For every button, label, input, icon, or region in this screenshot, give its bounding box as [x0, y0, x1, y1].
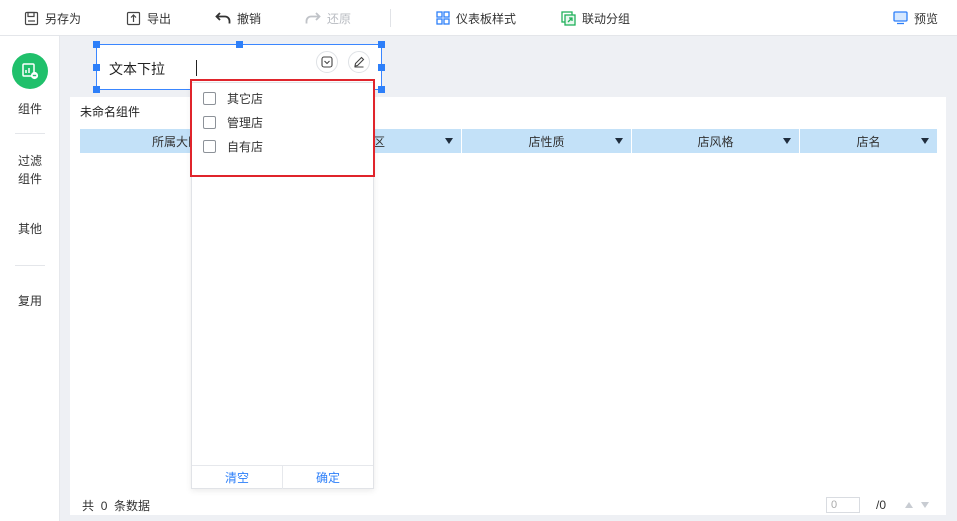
- undo-button[interactable]: 撤销: [215, 0, 261, 36]
- linkage-group-button[interactable]: 联动分组: [561, 0, 630, 36]
- save-as-button[interactable]: 另存为: [24, 0, 81, 36]
- dropdown-footer: 清空 确定: [192, 465, 373, 489]
- resize-handle[interactable]: [378, 41, 385, 48]
- resize-handle[interactable]: [236, 41, 243, 48]
- resize-handle[interactable]: [378, 86, 385, 93]
- sort-caret-icon[interactable]: [445, 138, 453, 144]
- widget-title: 未命名组件: [80, 105, 141, 119]
- linkage-group-label: 联动分组: [582, 11, 631, 26]
- sort-caret-icon[interactable]: [615, 138, 623, 144]
- filter-label: 文本下拉: [109, 61, 165, 77]
- redo-label: 还原: [327, 11, 352, 26]
- redo-icon: [305, 12, 321, 24]
- clear-button[interactable]: 清空: [192, 466, 282, 489]
- filter-dropdown-panel: 其它店 管理店 自有店 清空 确定: [191, 82, 374, 489]
- edit-widget-button[interactable]: [348, 51, 370, 73]
- option-label: 自有店: [227, 139, 264, 154]
- save-as-icon: [24, 11, 39, 25]
- resize-handle[interactable]: [378, 64, 385, 71]
- column-header[interactable]: 店风格: [632, 129, 800, 153]
- preview-label: 预览: [914, 11, 939, 26]
- sidebar-item-components[interactable]: 组件: [0, 100, 60, 118]
- grid-style-icon: [436, 11, 450, 25]
- page-number-input[interactable]: 0: [826, 497, 860, 513]
- filter-components-label-line2: 组件: [17, 172, 42, 186]
- option-label: 其它店: [227, 91, 264, 106]
- sidebar-divider: [15, 265, 45, 266]
- undo-icon: [215, 12, 231, 24]
- sidebar-item-other[interactable]: 其他: [0, 220, 60, 238]
- dropdown-option[interactable]: 自有店: [203, 138, 263, 154]
- sidebar-item-filter-components[interactable]: 过滤 组件: [0, 152, 60, 188]
- confirm-button[interactable]: 确定: [282, 466, 373, 489]
- page-total: /0: [876, 498, 887, 512]
- resize-handle[interactable]: [93, 86, 100, 93]
- sort-caret-icon[interactable]: [921, 138, 929, 144]
- column-header-label: 店名: [856, 134, 881, 149]
- sort-caret-icon[interactable]: [783, 138, 791, 144]
- redo-button[interactable]: 还原: [305, 0, 351, 36]
- dropdown-option[interactable]: 其它店: [203, 90, 263, 106]
- footer-suffix: 条数据: [114, 499, 151, 513]
- collapse-dropdown-button[interactable]: [316, 51, 338, 73]
- text-cursor: [196, 60, 197, 76]
- add-component-icon[interactable]: [12, 53, 48, 89]
- column-header-label: 区: [373, 134, 386, 149]
- preview-button[interactable]: 预览: [893, 0, 938, 36]
- filter-components-label-line1: 过滤: [17, 154, 42, 168]
- export-icon: [126, 11, 141, 25]
- column-header[interactable]: 店性质: [462, 129, 632, 153]
- footer-prefix: 共: [82, 499, 95, 513]
- row-count-text: 共 0 条数据: [82, 497, 150, 514]
- left-sidebar: 组件 过滤 组件 其他 复用: [0, 36, 60, 521]
- resize-handle[interactable]: [93, 41, 100, 48]
- dropdown-option[interactable]: 管理店: [203, 114, 263, 130]
- linkage-icon: [561, 10, 576, 26]
- pencil-icon: [354, 56, 365, 68]
- export-label: 导出: [147, 11, 172, 26]
- page-up-icon[interactable]: [905, 502, 913, 508]
- column-header-label: 店风格: [697, 134, 734, 149]
- page-down-icon[interactable]: [921, 502, 929, 508]
- save-as-label: 另存为: [45, 11, 82, 26]
- option-checkbox[interactable]: [203, 115, 216, 129]
- toolbar-divider: [390, 9, 391, 27]
- filter-input[interactable]: [191, 55, 317, 81]
- column-header[interactable]: 店名: [800, 129, 937, 153]
- top-toolbar: 另存为 导出 撤销 还原 仪表板样式 联动分组 预览: [0, 0, 957, 36]
- undo-label: 撤销: [237, 11, 262, 26]
- column-header-label: 店性质: [528, 134, 565, 149]
- option-checkbox[interactable]: [203, 91, 216, 105]
- row-count: 0: [100, 499, 108, 513]
- export-button[interactable]: 导出: [126, 0, 171, 36]
- option-label: 管理店: [227, 115, 264, 130]
- chevron-down-icon: [321, 56, 333, 68]
- sidebar-item-reuse[interactable]: 复用: [0, 292, 60, 310]
- dashboard-style-button[interactable]: 仪表板样式: [436, 0, 516, 36]
- dashboard-style-label: 仪表板样式: [456, 11, 517, 26]
- resize-handle[interactable]: [93, 64, 100, 71]
- option-checkbox[interactable]: [203, 139, 216, 153]
- sidebar-divider: [15, 133, 45, 134]
- monitor-icon: [893, 11, 908, 25]
